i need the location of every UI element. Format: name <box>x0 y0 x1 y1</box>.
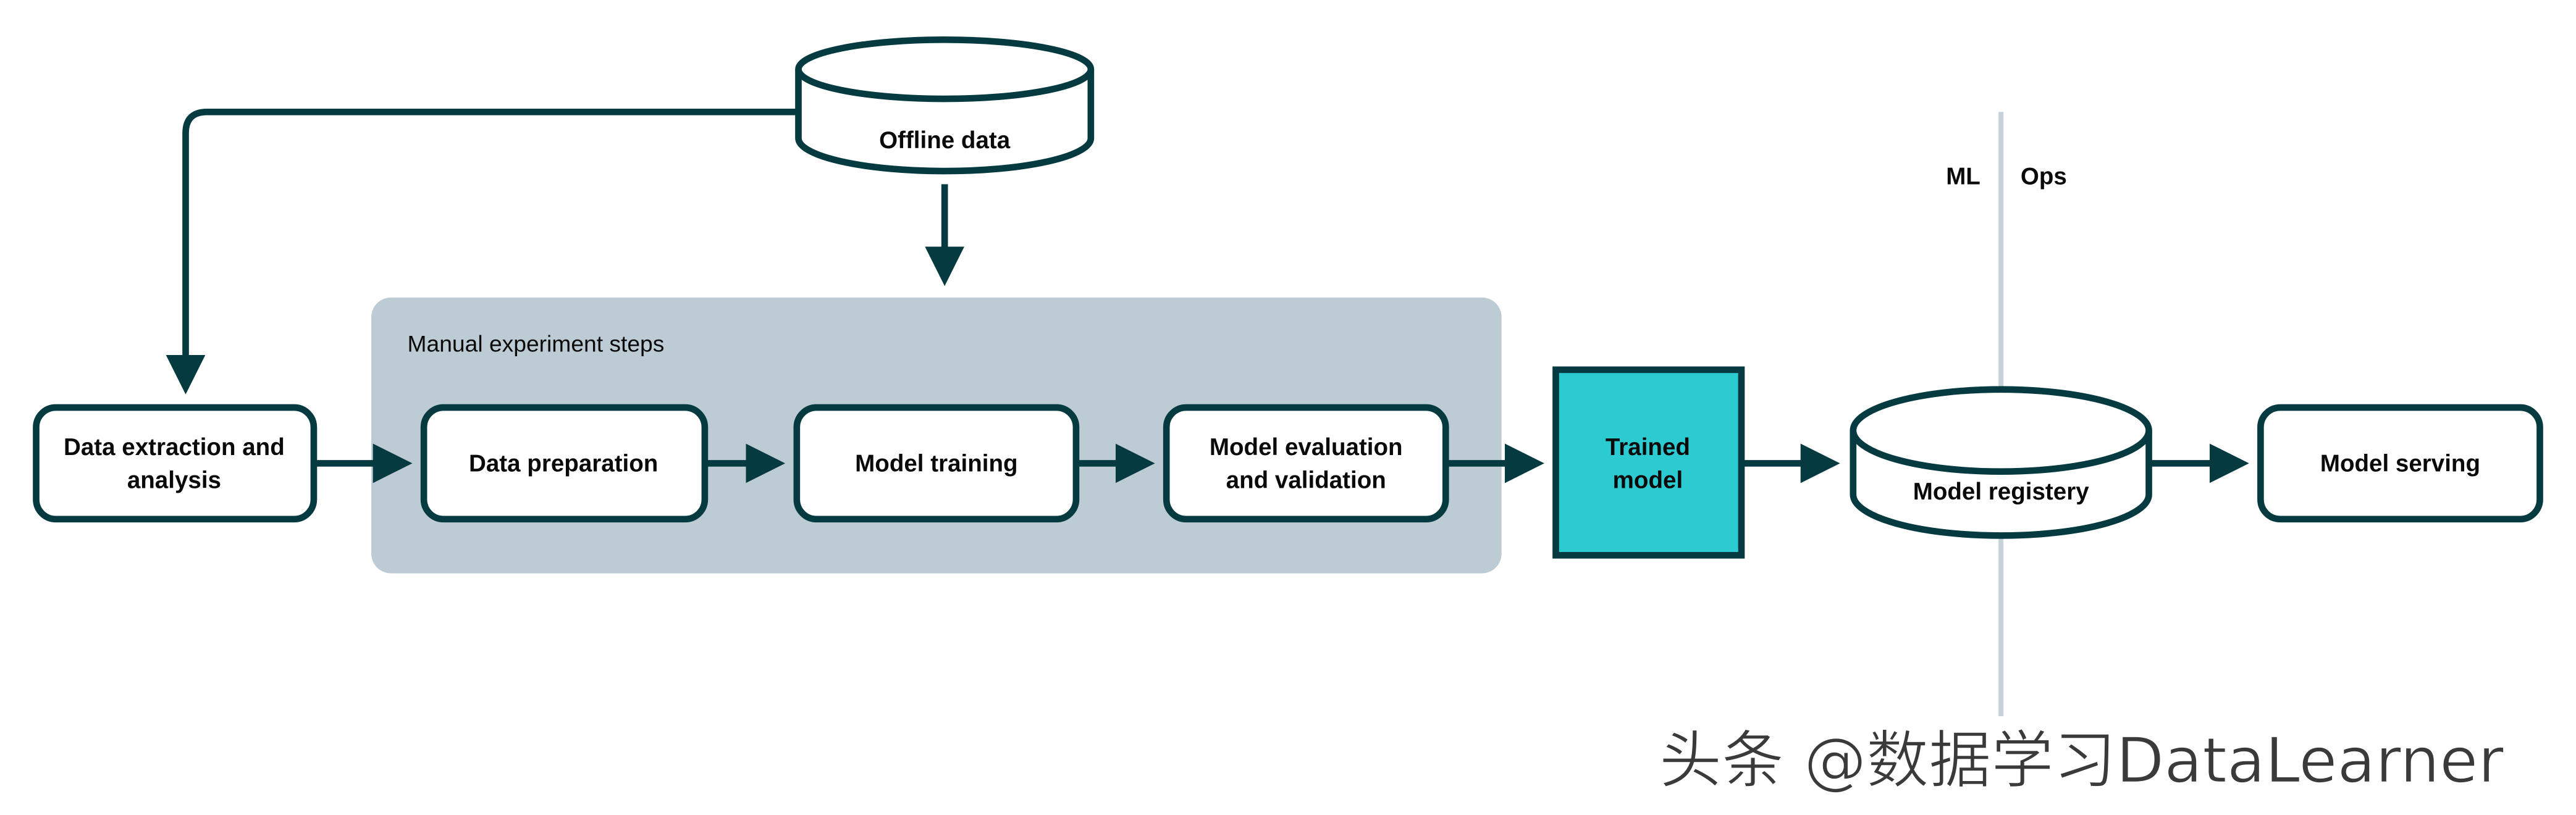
svg-text:analysis: analysis <box>127 467 221 493</box>
ml-pipeline-diagram: ML Ops Manual experiment steps Offline d… <box>0 0 2576 815</box>
watermark: 头条 @数据学习DataLearner <box>1659 724 2504 796</box>
svg-text:and validation: and validation <box>1226 467 1386 493</box>
svg-text:Model registery: Model registery <box>1913 479 2089 505</box>
model-registry-store: Model registery <box>1850 386 2152 539</box>
svg-text:Offline data: Offline data <box>879 127 1011 154</box>
trained-model-artifact: Trained model <box>1552 366 1745 559</box>
svg-text:model: model <box>1613 467 1683 493</box>
data-extraction-step: Data extraction and analysis <box>33 404 318 523</box>
panel-title: Manual experiment steps <box>408 331 665 357</box>
data-preparation-step: Data preparation <box>420 404 709 523</box>
ml-label: ML <box>1946 163 1980 190</box>
diagram-canvas: ML Ops Manual experiment steps Offline d… <box>33 36 2543 797</box>
svg-text:Model serving: Model serving <box>2320 451 2480 477</box>
svg-text:Trained: Trained <box>1606 434 1690 461</box>
model-serving-step: Model serving <box>2257 404 2543 523</box>
ops-label: Ops <box>2021 163 2067 190</box>
model-evaluation-step: Model evaluation and validation <box>1163 404 1449 523</box>
offline-data-store: Offline data <box>795 36 1095 175</box>
svg-text:Data preparation: Data preparation <box>469 451 658 477</box>
svg-text:Data extraction and: Data extraction and <box>64 434 285 461</box>
svg-text:Model evaluation: Model evaluation <box>1210 434 1403 461</box>
svg-text:Model training: Model training <box>855 451 1017 477</box>
model-training-step: Model training <box>793 404 1080 523</box>
